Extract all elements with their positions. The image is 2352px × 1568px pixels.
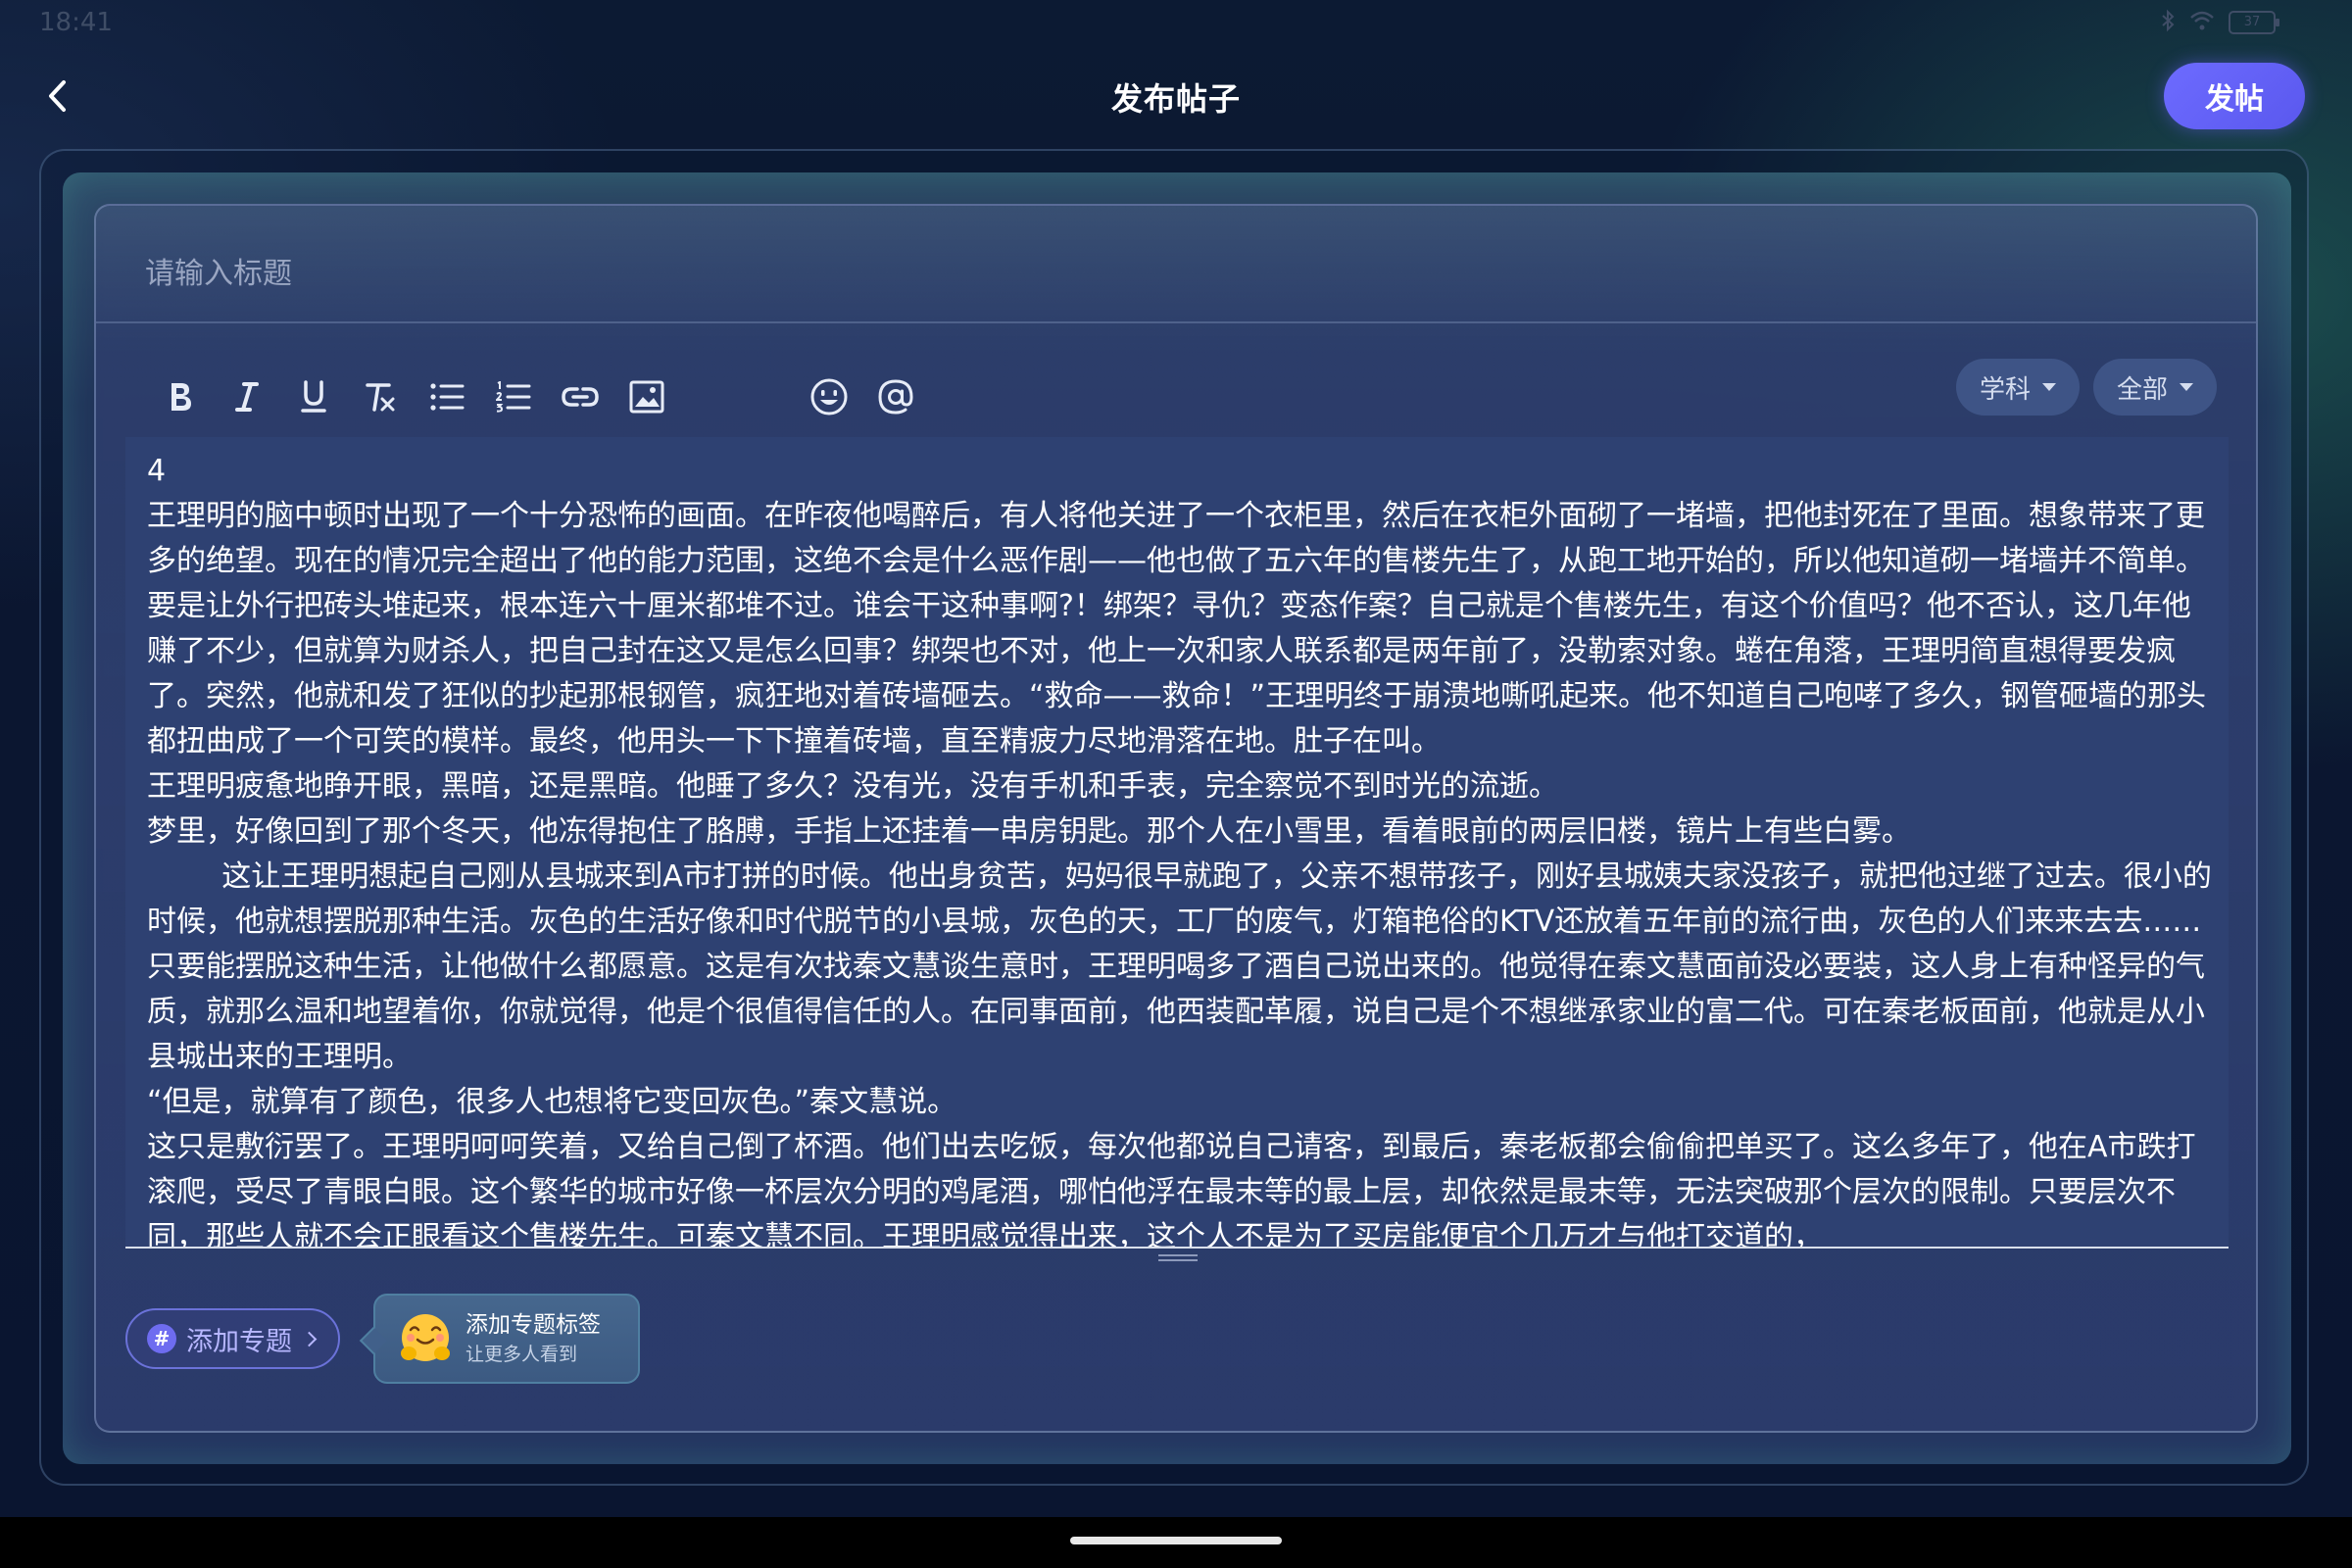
add-topic-button[interactable]: # 添加专题 [125, 1308, 340, 1369]
link-icon[interactable] [547, 364, 613, 430]
status-bar: 18:41 37 [0, 0, 2352, 47]
chevron-right-icon [301, 1331, 318, 1347]
caret-down-icon [2041, 383, 2056, 391]
header: 发布帖子 发帖 [0, 59, 2352, 133]
resize-handle[interactable] [1158, 1254, 1198, 1266]
home-indicator[interactable] [1070, 1537, 1282, 1544]
topic-row: # 添加专题 添加专题标签 让更多人看到 [125, 1294, 640, 1384]
content-paragraph: 王理明的脑中顿时出现了一个十分恐怖的画面。在昨夜他喝醉后，有人将他关进了一个衣柜… [147, 499, 2207, 759]
topic-tooltip: 添加专题标签 让更多人看到 [373, 1294, 640, 1384]
bold-icon[interactable] [147, 364, 214, 430]
post-button[interactable]: 发帖 [2164, 63, 2305, 129]
wifi-icon [2189, 10, 2215, 35]
caret-down-icon [2180, 383, 2193, 391]
italic-icon[interactable] [214, 364, 280, 430]
title-input[interactable] [143, 245, 2205, 302]
hugging-face-icon [397, 1310, 454, 1367]
content-paragraph: 4 [147, 454, 167, 488]
image-icon[interactable] [613, 364, 680, 430]
content-paragraph: 这让王理明想起自己刚从县城来到A市打拼的时候。他出身贫苦，妈妈很早就跑了，父亲不… [147, 859, 2212, 1074]
underline-icon[interactable] [280, 364, 347, 430]
format-toolbar [147, 363, 929, 431]
mention-icon[interactable] [862, 364, 929, 430]
bullet-list-icon[interactable] [414, 364, 480, 430]
subject-select[interactable]: 学科 [1955, 359, 2080, 416]
bluetooth-icon [2160, 9, 2176, 36]
emoji-icon[interactable] [796, 364, 862, 430]
tooltip-subtitle: 让更多人看到 [466, 1344, 578, 1365]
editor-card: 学科 全部 4 王理明的脑中顿时出现了一个十分恐怖的画面。在昨夜他喝醉后，有人将… [94, 204, 2258, 1433]
subject-select-label: 学科 [1979, 374, 2031, 405]
content-text: 4 王理明的脑中顿时出现了一个十分恐怖的画面。在昨夜他喝醉后，有人将他关进了一个… [147, 449, 2215, 1247]
filter-chips: 学科 全部 [1955, 359, 2217, 416]
content-paragraph: 王理明疲惫地睁开眼，黑暗，还是黑暗。他睡了多久？没有光，没有手机和手表，完全察觉… [147, 769, 1558, 804]
page-title: 发布帖子 [1110, 80, 1241, 118]
numbered-list-icon[interactable] [480, 364, 547, 430]
scope-select[interactable]: 全部 [2092, 359, 2217, 416]
battery-icon: 37 [2229, 11, 2279, 34]
add-topic-label: 添加专题 [186, 1326, 292, 1357]
status-icons: 37 [2160, 9, 2279, 36]
editor-bottom-line [125, 1247, 2229, 1249]
content-paragraph: 梦里，好像回到了那个冬天，他冻得抱住了胳膊，手指上还挂着一串房钥匙。那个人在小雪… [147, 814, 1911, 849]
scope-select-label: 全部 [2116, 374, 2168, 405]
content-editor[interactable]: 4 王理明的脑中顿时出现了一个十分恐怖的画面。在昨夜他喝醉后，有人将他关进了一个… [125, 437, 2229, 1247]
hash-icon: # [147, 1324, 176, 1353]
content-paragraph: 这只是敷衍罢了。王理明呵呵笑着，又给自己倒了杯酒。他们出去吃饭，每次他都说自己请… [147, 1130, 2196, 1247]
clear-format-icon[interactable] [347, 364, 414, 430]
content-paragraph: “但是，就算有了颜色，很多人也想将它变回灰色。”秦文慧说。 [147, 1085, 957, 1119]
tooltip-title: 添加专题标签 [466, 1312, 601, 1338]
title-divider [96, 321, 2256, 323]
status-time: 18:41 [39, 8, 113, 37]
